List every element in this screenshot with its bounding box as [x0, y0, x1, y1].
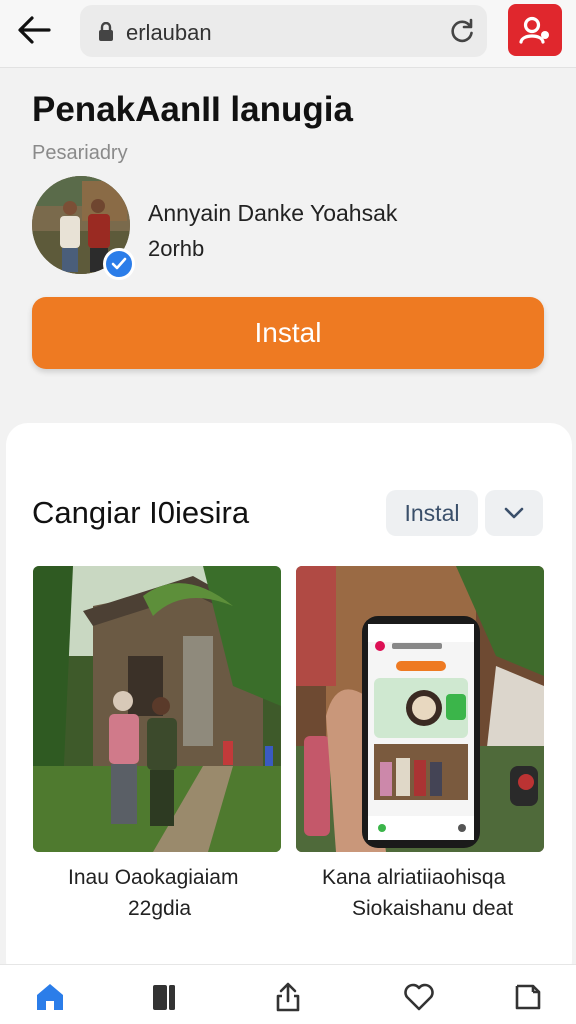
section-title: Cangiar I0iesira: [32, 495, 250, 530]
screenshot-2-caption-line2: Siokaishanu deat: [352, 897, 514, 920]
url-text: erlauban: [126, 20, 212, 45]
screenshot-1-caption-line2: 22gdia: [128, 897, 192, 920]
screenshot-2-caption-line1: Kana alriatiiaohisqa: [322, 866, 506, 889]
app-title: PenakAanII lanugia: [32, 90, 353, 129]
heart-icon: [404, 983, 434, 1011]
screenshot-1-caption-line1: Inau Oaokagiaiam: [68, 866, 239, 889]
nav-favorites[interactable]: [401, 979, 437, 1015]
nav-home[interactable]: [32, 979, 68, 1015]
back-button[interactable]: [14, 10, 54, 50]
verified-badge: [103, 248, 135, 280]
browser-toolbar: erlauban: [0, 0, 576, 68]
expand-button[interactable]: [485, 490, 543, 536]
verified-check-icon: [111, 257, 127, 270]
section-install-button[interactable]: Instal: [386, 490, 478, 536]
chevron-down-icon: [504, 507, 524, 519]
home-icon: [37, 984, 63, 1010]
app-subtitle: Pesariadry: [32, 142, 128, 164]
developer-name[interactable]: Annyain Danke Yoahsak: [148, 200, 397, 227]
address-bar[interactable]: erlauban: [80, 5, 487, 57]
share-icon: [276, 982, 300, 1012]
back-arrow-icon: [18, 16, 51, 44]
nav-share[interactable]: [270, 979, 306, 1015]
tabs-icon: [515, 984, 541, 1010]
nav-library[interactable]: [146, 979, 182, 1015]
profile-icon: [519, 16, 549, 44]
screenshot-1[interactable]: [33, 566, 281, 852]
screenshots-card: Cangiar I0iesira Instal Inau Oaokagiaiam…: [6, 423, 572, 983]
bottom-navigation: [0, 964, 576, 1024]
install-button[interactable]: Instal: [32, 297, 544, 369]
screenshot-1-image: [33, 566, 281, 852]
developer-meta: 2orhb: [148, 236, 205, 261]
reload-icon[interactable]: [449, 18, 475, 44]
screenshot-2-image: [296, 566, 544, 852]
library-icon: [153, 985, 175, 1010]
lock-icon: [99, 22, 113, 41]
screenshot-2[interactable]: [296, 566, 544, 852]
nav-tabs[interactable]: [510, 979, 546, 1015]
profile-button[interactable]: [508, 4, 562, 56]
